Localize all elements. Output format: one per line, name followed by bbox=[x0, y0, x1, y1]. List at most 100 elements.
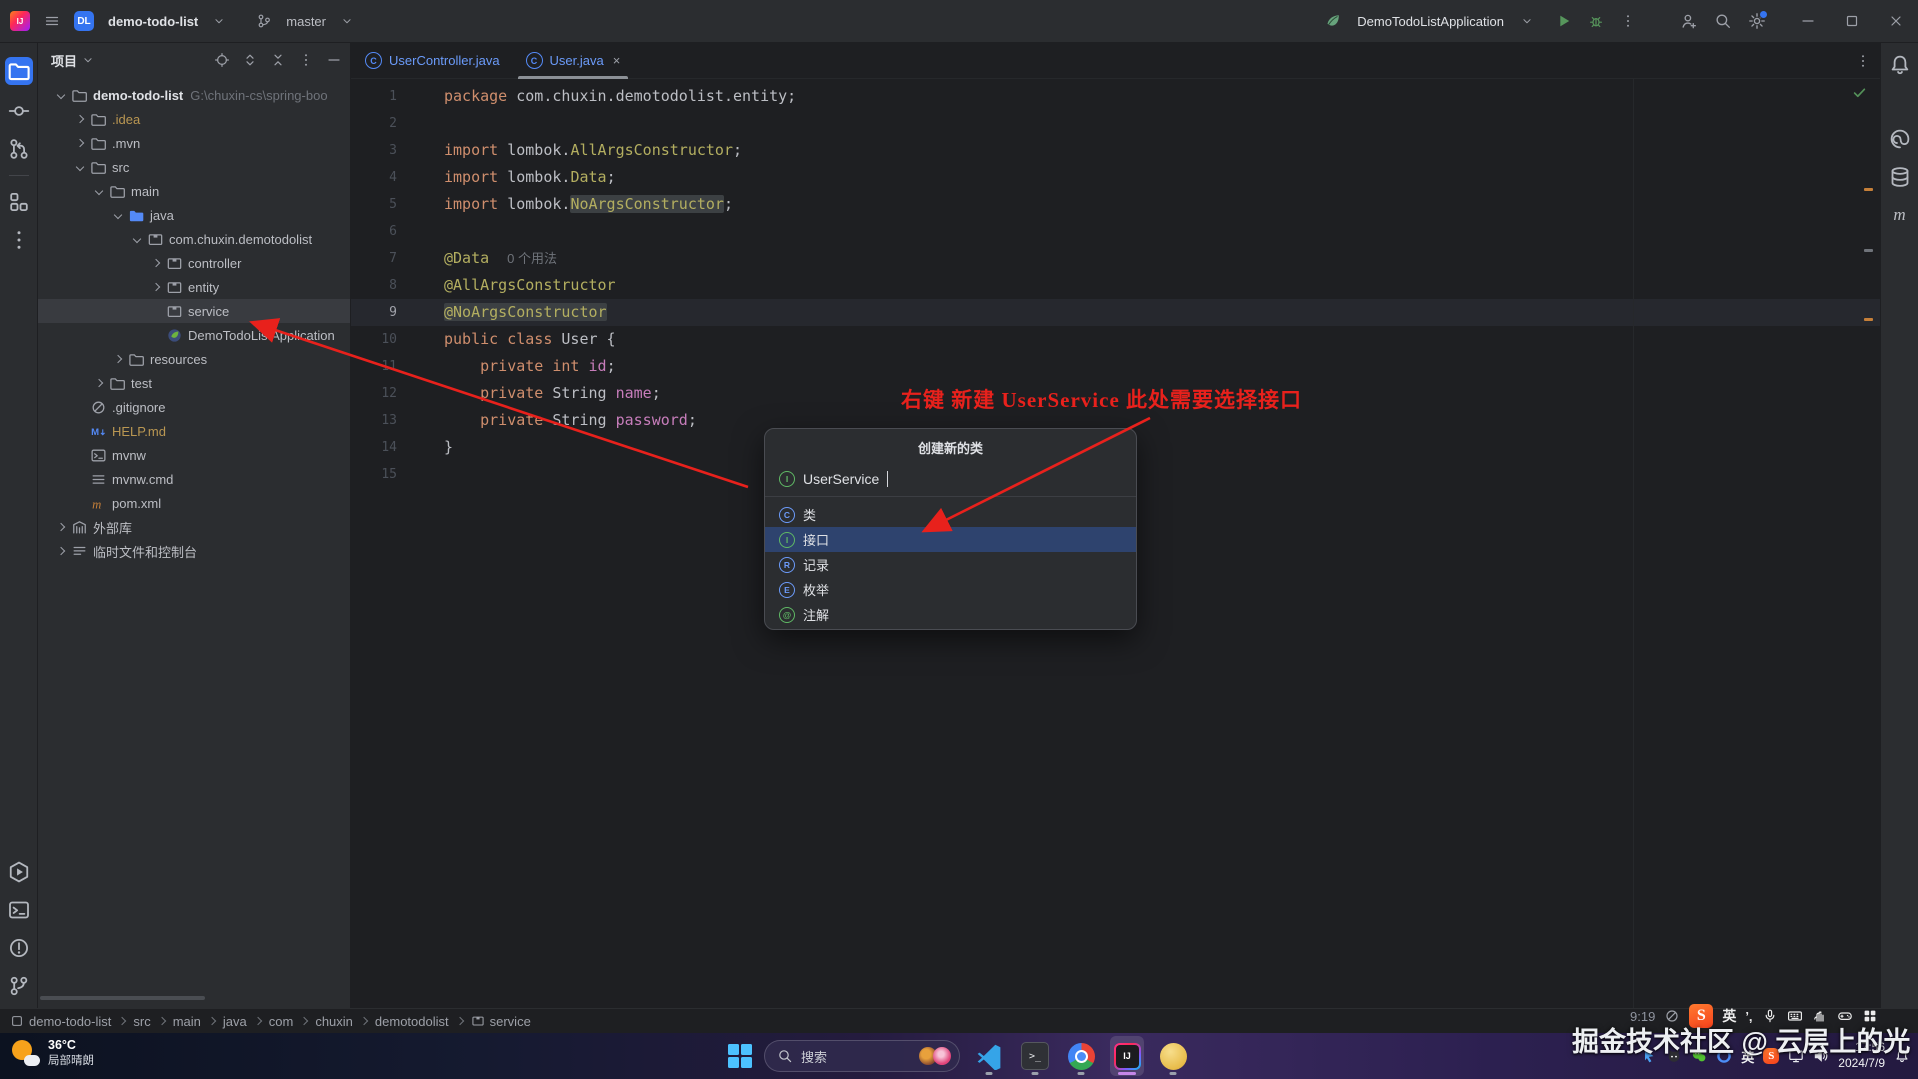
kind-item-class[interactable]: C类 bbox=[765, 502, 1136, 527]
taskbar-search[interactable]: 搜索 bbox=[764, 1040, 960, 1072]
main-menu-icon[interactable] bbox=[44, 13, 60, 29]
version-control-tool-button[interactable] bbox=[7, 974, 31, 998]
tree-chevron-icon[interactable] bbox=[72, 135, 88, 151]
kind-item-annotation[interactable]: @ 注解 bbox=[765, 602, 1136, 627]
panel-options-icon[interactable] bbox=[298, 52, 314, 68]
add-user-icon[interactable] bbox=[1680, 12, 1698, 30]
maven-tool-button[interactable]: m bbox=[1888, 203, 1912, 227]
line-number[interactable]: 13 bbox=[351, 407, 407, 434]
tab-close-icon[interactable]: × bbox=[613, 53, 621, 68]
database-tool-button[interactable] bbox=[1888, 165, 1912, 189]
horizontal-scrollbar[interactable] bbox=[40, 996, 205, 1000]
start-button[interactable] bbox=[728, 1044, 752, 1068]
breadcrumb-chuxin[interactable]: chuxin bbox=[315, 1014, 353, 1029]
tree-chevron-icon[interactable] bbox=[91, 375, 107, 391]
taskbar-weather-widget[interactable]: 36°C 局部晴朗 bbox=[10, 1038, 94, 1068]
problems-tool-button[interactable] bbox=[7, 936, 31, 960]
tab-options-icon[interactable] bbox=[1855, 53, 1871, 69]
tree-item-.gitignore[interactable]: .gitignore bbox=[37, 395, 350, 419]
window-close-button[interactable] bbox=[1888, 13, 1904, 29]
tree-chevron-icon[interactable] bbox=[91, 183, 107, 199]
project-view-chevron-icon[interactable] bbox=[81, 53, 95, 67]
class-name-input[interactable]: I UserService bbox=[765, 465, 1136, 493]
tree-chevron-icon[interactable] bbox=[53, 87, 69, 103]
debug-button[interactable] bbox=[1588, 13, 1604, 29]
tree-chevron-icon[interactable] bbox=[148, 255, 164, 271]
line-number[interactable]: 10 bbox=[351, 326, 407, 353]
line-number[interactable]: 9 bbox=[351, 299, 407, 326]
line-number[interactable]: 5 bbox=[351, 191, 407, 218]
tree-item-pom.xml[interactable]: m pom.xml bbox=[37, 491, 350, 515]
line-number[interactable]: 14 bbox=[351, 434, 407, 461]
tree-item-mvnw[interactable]: mvnw bbox=[37, 443, 350, 467]
window-maximize-button[interactable] bbox=[1844, 13, 1860, 29]
more-run-options-icon[interactable] bbox=[1620, 13, 1636, 29]
tree-item-.mvn[interactable]: .mvn bbox=[37, 131, 350, 155]
line-number[interactable]: 4 bbox=[351, 164, 407, 191]
taskbar-app-terminal[interactable]: >_ bbox=[1018, 1036, 1052, 1076]
notifications-button[interactable] bbox=[1888, 53, 1912, 77]
tree-item-entity[interactable]: entity bbox=[37, 275, 350, 299]
tree-item-mvnw.cmd[interactable]: mvnw.cmd bbox=[37, 467, 350, 491]
run-config-chevron-icon[interactable] bbox=[1520, 14, 1534, 28]
run-button[interactable] bbox=[1556, 13, 1572, 29]
project-name[interactable]: demo-todo-list bbox=[108, 14, 198, 29]
tree-item-test[interactable]: test bbox=[37, 371, 350, 395]
breadcrumb-demo-todo-list[interactable]: demo-todo-list bbox=[10, 1014, 111, 1029]
breadcrumb-com[interactable]: com bbox=[269, 1014, 294, 1029]
tree-chevron-icon[interactable] bbox=[72, 111, 88, 127]
code-editor[interactable]: 1 package com.chuxin.demotodolist.entity;… bbox=[351, 79, 1881, 488]
tree-item-demo-todo-list[interactable]: demo-todo-list G:\chuxin-cs\spring-boo bbox=[37, 83, 350, 107]
line-number[interactable]: 8 bbox=[351, 272, 407, 299]
pull-requests-tool-button[interactable] bbox=[7, 137, 31, 161]
inspections-ok-icon[interactable] bbox=[1852, 85, 1867, 100]
ai-assistant-button[interactable] bbox=[1888, 127, 1912, 151]
tree-chevron-icon[interactable] bbox=[148, 279, 164, 295]
kind-item-record[interactable]: R 记录 bbox=[765, 552, 1136, 577]
collapse-all-icon[interactable] bbox=[270, 52, 286, 68]
tab-UserController.java[interactable]: C UserController.java bbox=[353, 43, 512, 79]
taskbar-app-chrome[interactable] bbox=[1064, 1036, 1098, 1076]
tree-chevron-icon[interactable] bbox=[110, 207, 126, 223]
breadcrumb-service[interactable]: service bbox=[471, 1014, 531, 1029]
tree-item-service[interactable]: service bbox=[37, 299, 350, 323]
tree-item-___[interactable]: 外部库 bbox=[37, 515, 350, 539]
line-number[interactable]: 2 bbox=[351, 110, 407, 137]
tree-item-controller[interactable]: controller bbox=[37, 251, 350, 275]
tree-item-HELP.md[interactable]: M HELP.md bbox=[37, 419, 350, 443]
breadcrumb-demotodolist[interactable]: demotodolist bbox=[375, 1014, 449, 1029]
line-number[interactable]: 7 bbox=[351, 245, 407, 272]
terminal-tool-button[interactable] bbox=[7, 898, 31, 922]
line-number[interactable]: 6 bbox=[351, 218, 407, 245]
branch-name[interactable]: master bbox=[286, 14, 326, 29]
run-config-name[interactable]: DemoTodoListApplication bbox=[1357, 14, 1504, 29]
tree-chevron-icon[interactable] bbox=[53, 543, 69, 559]
project-chevron-icon[interactable] bbox=[212, 14, 226, 28]
breadcrumb-src[interactable]: src bbox=[133, 1014, 150, 1029]
tree-item-.idea[interactable]: .idea bbox=[37, 107, 350, 131]
structure-tool-button[interactable] bbox=[7, 190, 31, 214]
branch-chevron-icon[interactable] bbox=[340, 14, 354, 28]
more-tools-button[interactable] bbox=[7, 228, 31, 252]
breadcrumb-java[interactable]: java bbox=[223, 1014, 247, 1029]
line-number[interactable]: 15 bbox=[351, 461, 407, 488]
project-panel-title[interactable]: 项目 bbox=[51, 51, 77, 70]
expand-all-icon[interactable] bbox=[242, 52, 258, 68]
tree-item-DemoTodoListApplication[interactable]: DemoTodoListApplication bbox=[37, 323, 350, 347]
taskbar-app-navicat[interactable] bbox=[1156, 1036, 1190, 1076]
hide-panel-icon[interactable] bbox=[326, 52, 342, 68]
kind-item-enum[interactable]: E 枚举 bbox=[765, 577, 1136, 602]
taskbar-app-vscode[interactable] bbox=[972, 1036, 1006, 1076]
project-badge[interactable]: DL bbox=[74, 11, 94, 31]
tree-chevron-icon[interactable] bbox=[72, 159, 88, 175]
window-minimize-button[interactable] bbox=[1800, 13, 1816, 29]
taskbar-app-idea[interactable]: IJ bbox=[1110, 1036, 1144, 1076]
tree-item-main[interactable]: main bbox=[37, 179, 350, 203]
locate-file-icon[interactable] bbox=[214, 52, 230, 68]
services-tool-button[interactable] bbox=[7, 860, 31, 884]
project-tool-button[interactable] bbox=[4, 57, 33, 85]
tree-item-com.chuxin.demotodolist[interactable]: com.chuxin.demotodolist bbox=[37, 227, 350, 251]
line-number[interactable]: 12 bbox=[351, 380, 407, 407]
tree-chevron-icon[interactable] bbox=[129, 231, 145, 247]
tree-chevron-icon[interactable] bbox=[53, 519, 69, 535]
